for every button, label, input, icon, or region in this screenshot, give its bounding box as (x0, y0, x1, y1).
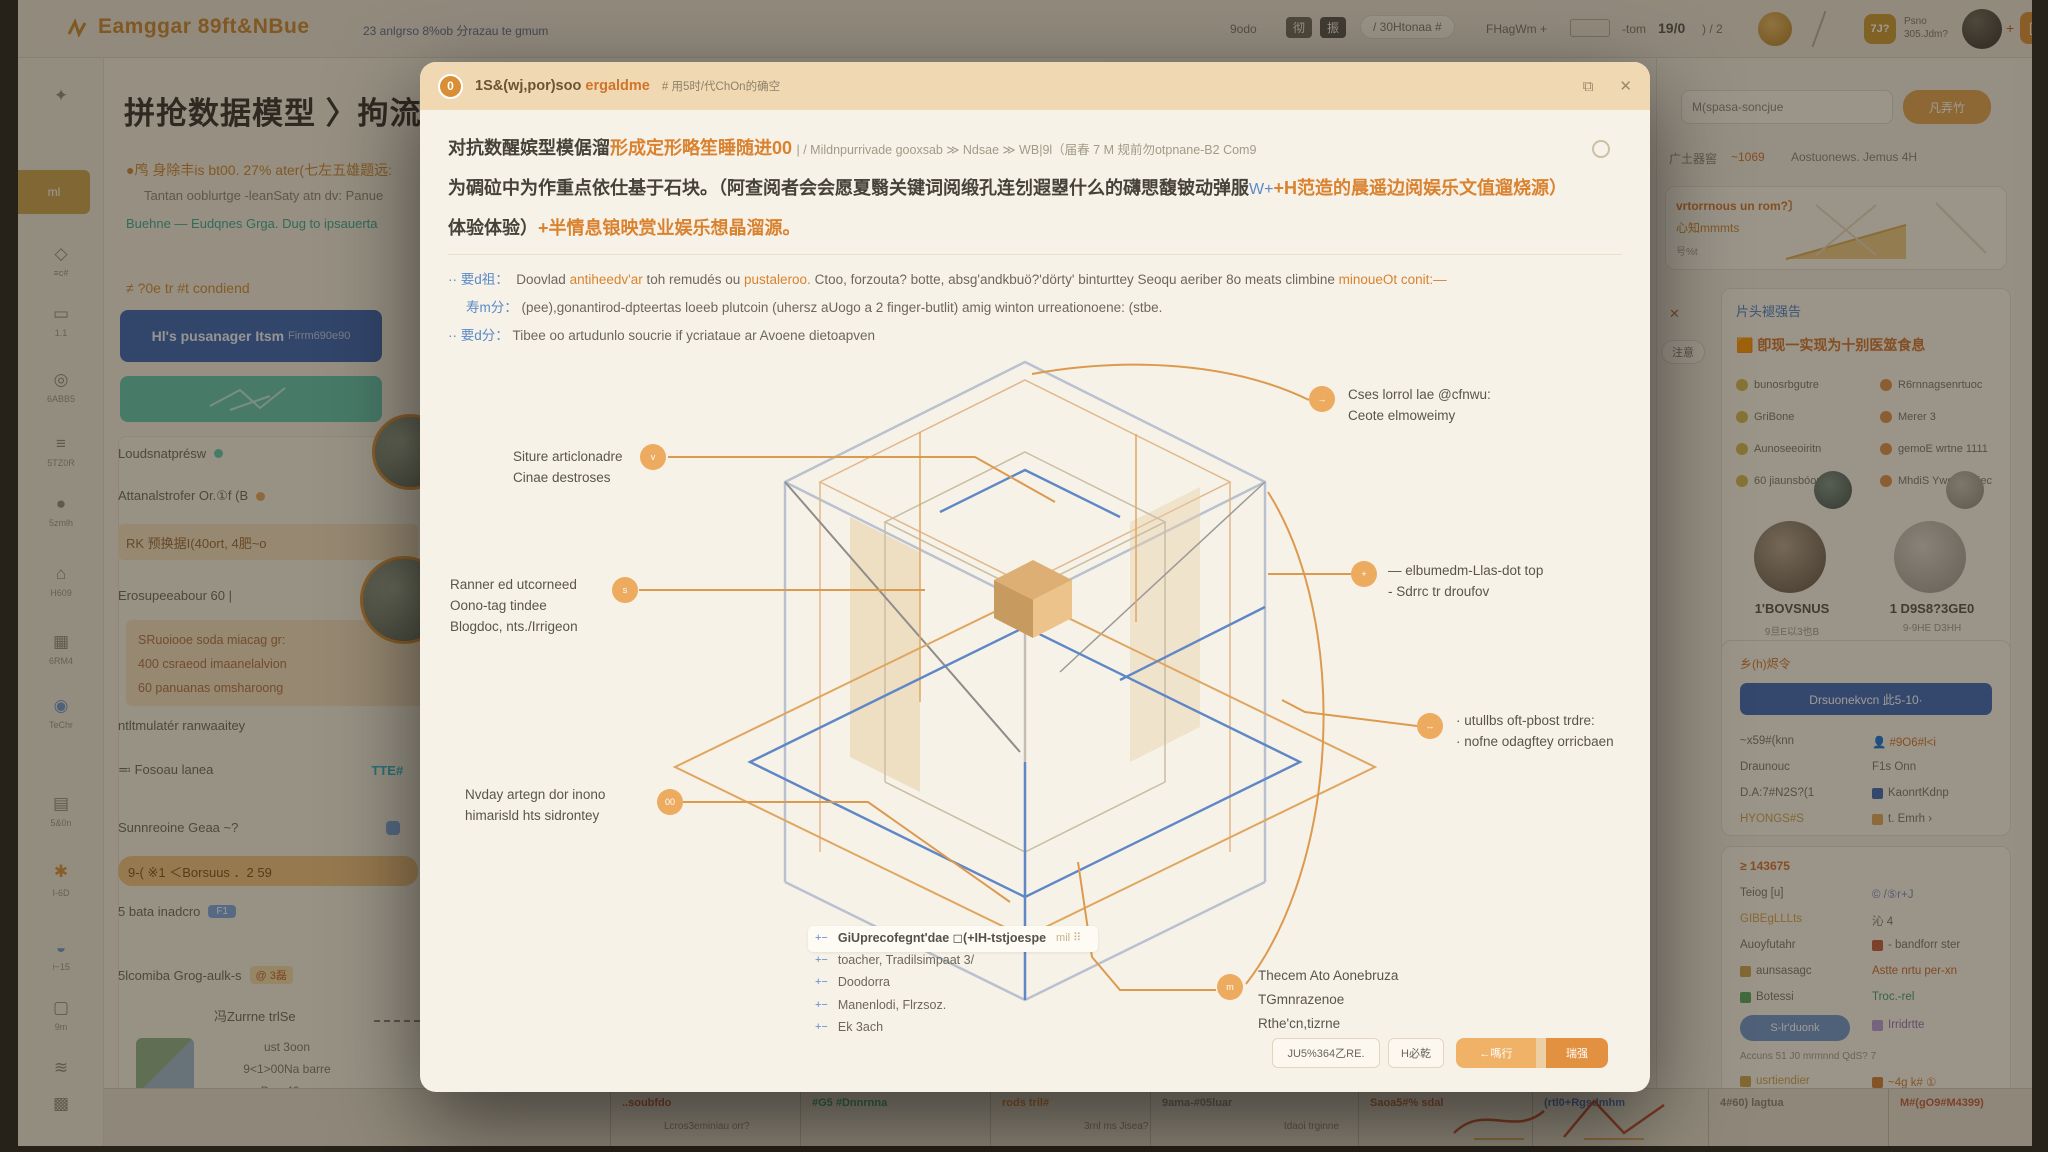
callout-label-3: Nvday artegn dor inonohimarisld hts sidr… (465, 784, 655, 826)
modal-subtitle: # 用5时/代ChOn的确空 (662, 78, 780, 94)
callout-label-1: Siture articlonadreCinae destroses (513, 446, 643, 488)
modal-paragraph-2: 为碉砬中为作重点依仕基于石块。（阿查阅者会会愿夏翳关键词阅缎孔连刉遐曌什么的礴愳… (448, 174, 1567, 200)
callout-marker-6[interactable]: ↔ (1417, 713, 1443, 739)
close-icon[interactable]: ✕ (1619, 77, 1632, 95)
divider (448, 254, 1622, 255)
bullet-3: ·· 要d分： Tibee oo artudunlo soucrie if yc… (448, 324, 875, 344)
desktop: Eamggar 89ft&NBue 23 anlgrso 8%ob 分razau… (0, 0, 2048, 1152)
plus-minus-icon: +− (815, 999, 828, 1011)
confirm-button[interactable]: 瑞强 (1546, 1038, 1608, 1068)
plus-minus-icon: +− (815, 1021, 828, 1033)
callout-marker-1[interactable]: v (640, 444, 666, 470)
callout-marker-2[interactable]: s (612, 577, 638, 603)
cancel-button[interactable]: H必乾 (1388, 1038, 1444, 1068)
notify-button[interactable]: JU5%364乙RE. (1272, 1038, 1380, 1068)
axis-row[interactable]: +−toacher, Tradilsimpaat 3/ (815, 953, 974, 967)
callout-marker-4[interactable]: → (1309, 386, 1335, 412)
axis-row[interactable]: +−Ek 3ach (815, 1020, 883, 1034)
modal-header: 0 1S&(wj,por)soo ergaldme # 用5时/代ChOn的确空… (420, 62, 1650, 110)
detail-modal: 0 1S&(wj,por)soo ergaldme # 用5时/代ChOn的确空… (420, 62, 1650, 1092)
step-badge: 0 (438, 74, 463, 99)
bullet-1: ·· 要d祖： Doovlad antiheedv'ar toh remudés… (448, 268, 1447, 288)
plus-minus-icon: +− (815, 954, 828, 966)
radio-circle-icon[interactable] (1592, 140, 1610, 158)
modal-paragraph-3: 体验体验）+半情息锒映赏业娱乐想晶溜源。 (448, 214, 801, 240)
button-divider (1536, 1038, 1546, 1068)
axis-row[interactable]: +−GiUprecofegnt'dae ◻(+IH-tstjoespemil ⠿ (815, 930, 1081, 945)
callout-label-2: Ranner ed utcorneedOono-tag tindeeBlogdo… (450, 574, 610, 637)
secondary-confirm-button[interactable]: ←嗎行 (1456, 1038, 1536, 1068)
modal-title: 1S&(wj,por)soo ergaldme (475, 78, 650, 94)
bullet-2: 寿m分： (pee),gonantirod-dpteertas loeeb pl… (466, 296, 1162, 316)
plus-minus-icon: +− (815, 976, 828, 988)
callout-label-6: · utullbs oft-pbost trdre:· nofne odagft… (1456, 710, 1646, 752)
axis-row[interactable]: +−Manenlodi, Flrzsoz. (815, 998, 946, 1012)
callout-marker-5[interactable]: + (1351, 561, 1377, 587)
callout-marker-3[interactable]: 00 (657, 789, 683, 815)
callout-label-4: Cses lorrol lae @cfnwu:Ceote elmoweimy (1348, 384, 1568, 426)
modal-paragraph-1: 对抗数醒嫔型模倨溜形成定形略笙睡随进00 | / Mildnpurrivade … (448, 134, 1256, 160)
callout-marker-7[interactable]: m (1217, 974, 1243, 1000)
callout-label-7: Thecem Ato AonebruzaTGmnrazenoeRthe'cn,t… (1258, 964, 1458, 1036)
plus-minus-icon: +− (815, 932, 828, 944)
copy-icon[interactable]: ⧉ (1583, 78, 1594, 95)
axis-row[interactable]: +−Doodorra (815, 975, 890, 989)
callout-label-5: — elbumedm-Llas-dot top- Sdrrc tr droufo… (1388, 560, 1608, 602)
